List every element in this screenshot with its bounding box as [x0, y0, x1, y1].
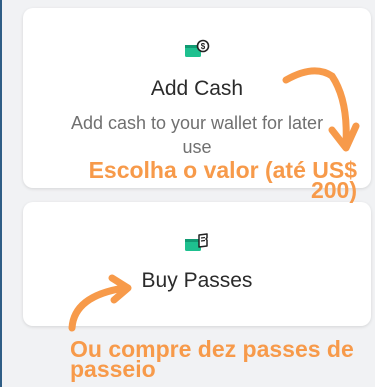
left-edge-strip	[0, 0, 2, 387]
svg-text:$: $	[201, 42, 206, 51]
choose-value-annotation: Escolha o valor (até US$ 200)	[88, 157, 357, 203]
wallet-cash-icon: $	[184, 39, 210, 64]
ticket-pass-icon	[184, 233, 210, 258]
right-arrow-annotation	[68, 274, 132, 332]
buy-passes-annotation: Ou compre dez passes de passeio	[70, 336, 354, 382]
down-arrow-annotation	[282, 67, 360, 152]
